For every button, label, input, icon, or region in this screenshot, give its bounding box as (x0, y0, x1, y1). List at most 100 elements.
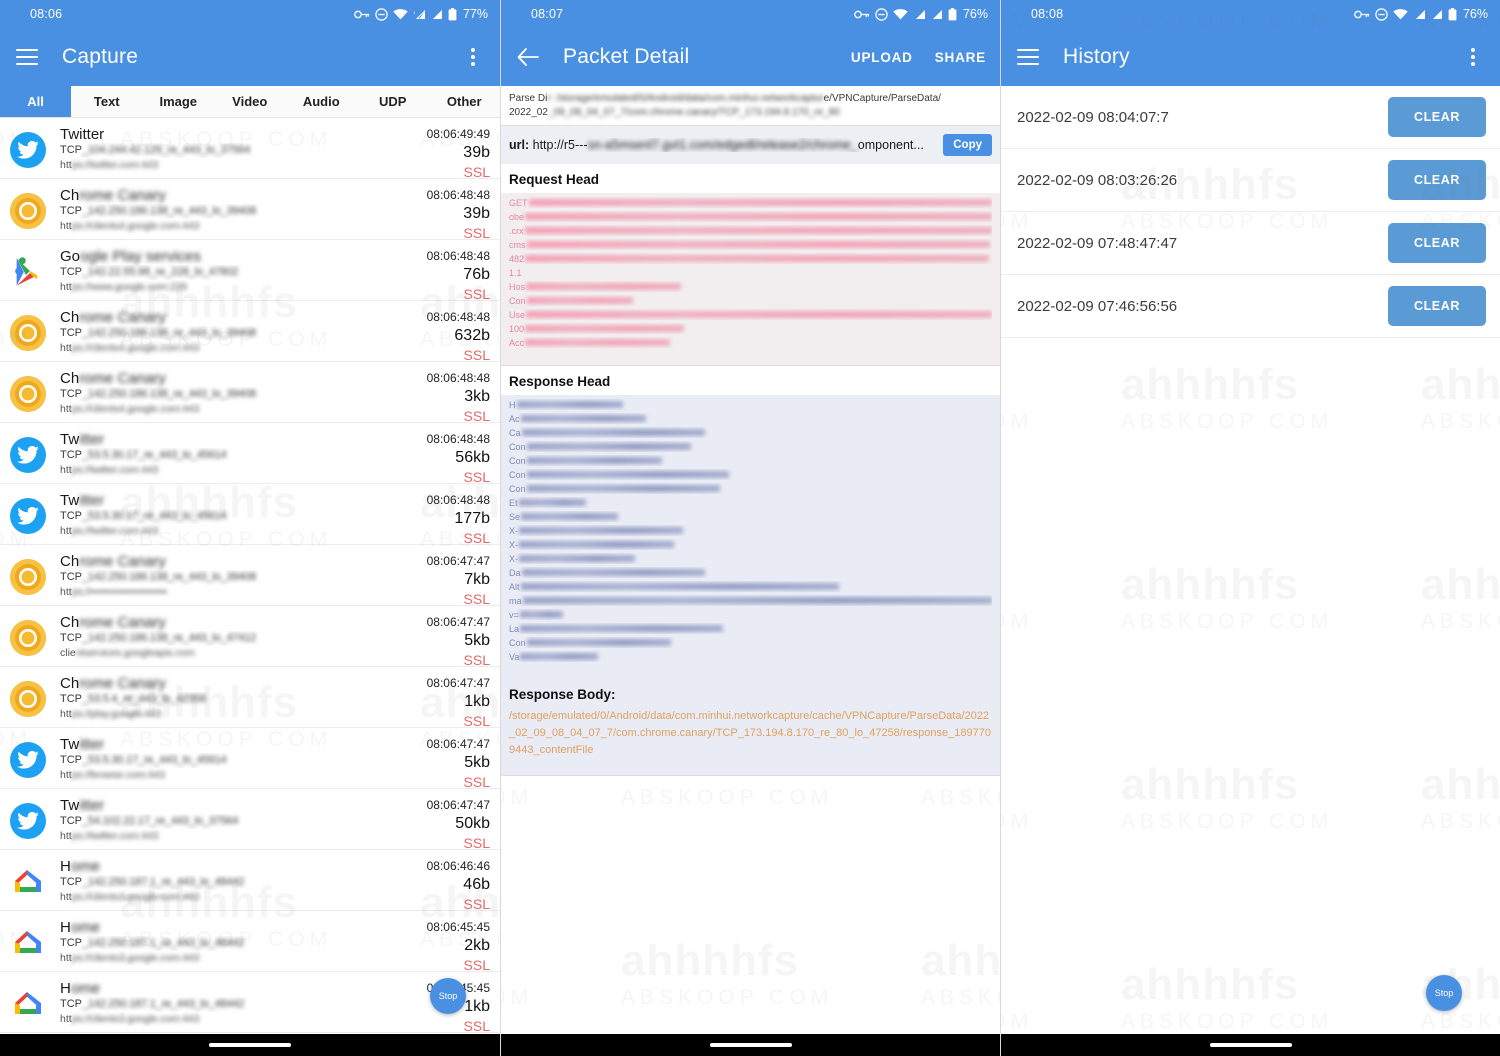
nav-pill[interactable] (1209, 1043, 1292, 1047)
packet-list-item[interactable]: Chrome Canary TCP_142.250.186.138_re_443_… (0, 545, 500, 607)
chrome-canary-icon (10, 376, 46, 412)
kebab-menu-icon[interactable] (460, 44, 486, 70)
packet-info: Chrome Canary TCP_142.250.186.138_re_443_… (46, 308, 386, 356)
upload-button[interactable]: UPLOAD (851, 50, 913, 65)
clear-history-button[interactable]: CLEAR (1387, 97, 1486, 137)
packet-stats: 08:06:48:48 177b SSL (386, 491, 490, 548)
packet-list-item[interactable]: Twitter TCP_53.5.30.17_re_443_lo_45614 htt… (0, 484, 500, 548)
header-line-lead: .crx (509, 225, 524, 236)
packet-timestamp: 08:06:47:47 (426, 676, 490, 690)
header-line: ma (509, 595, 992, 606)
packet-list-item[interactable]: Twitter TCP_54.102.22.17_re_443_lo_37564 h… (0, 789, 500, 851)
header-line: Da (509, 567, 992, 578)
packet-size: 7kb (464, 571, 490, 588)
stop-capture-fab[interactable]: Stop (1426, 975, 1462, 1011)
tab-other[interactable]: Other (429, 86, 501, 117)
packet-host-line: https://clients3.google.com:443 (60, 1013, 200, 1025)
history-row[interactable]: 2022-02-09 08:04:07:7 CLEAR (1001, 86, 1500, 149)
clear-history-button[interactable]: CLEAR (1387, 286, 1486, 326)
redacted-bar (522, 597, 992, 604)
tab-video[interactable]: Video (214, 86, 286, 117)
header-line: H (509, 399, 992, 410)
clear-history-button[interactable]: CLEAR (1387, 160, 1486, 200)
do-not-disturb-icon (875, 7, 888, 21)
tab-udp[interactable]: UDP (357, 86, 429, 117)
packet-list-item[interactable]: Chrome Canary TCP_142.250.186.138_re_443_… (0, 362, 500, 424)
redacted-bar (528, 199, 992, 206)
svg-text:1: 1 (413, 10, 416, 15)
copy-url-button[interactable]: Copy (943, 134, 992, 156)
header-line: GET (509, 197, 992, 208)
url-blur: sn-a5msenl7.gvt1.com/edgedl/release2/chr… (587, 138, 858, 152)
header-line-lead: X- (509, 525, 518, 536)
packet-tcp-line: TCP_142.250.186.138_re_443_lo_39408 (60, 388, 257, 400)
packet-list-item[interactable]: Home TCP_142.250.187.1_re_443_lo_48442 htt… (0, 972, 500, 1034)
hamburger-icon[interactable] (14, 44, 40, 70)
wifi-icon (1393, 8, 1408, 19)
header-line-lead: 100 (509, 323, 525, 334)
packet-list-item[interactable]: Google Play services TCP_142.22.55.98_re_… (0, 240, 500, 304)
nav-pill[interactable] (209, 1043, 291, 1047)
history-date: 2022-02-09 08:04:07:7 (1017, 108, 1169, 126)
history-list: ahhhhfsABSKOOP COM ahhhhfsABSKOOP COM ahhh… (1001, 0, 1500, 1034)
packet-stats: 08:06:48:48 76b SSL (386, 247, 490, 304)
response-body-path[interactable]: /storage/emulated/0/Android/data/com.min… (509, 708, 992, 759)
share-button[interactable]: SHARE (935, 50, 986, 65)
stop-capture-fab[interactable]: Stop (430, 978, 466, 1014)
packet-list-item[interactable]: Chrome Canary TCP_142.250.186.138_re_443_… (0, 606, 500, 668)
tab-text[interactable]: Text (71, 86, 143, 117)
nav-pill[interactable] (709, 1043, 792, 1047)
header-line: X- (509, 539, 992, 550)
parse-dir-tail: e/VPNCapture/ParseData/ (823, 93, 941, 104)
packet-list-item[interactable]: Twitter TCP_53.5.30.17_re_443_lo_45614 htt… (0, 423, 500, 487)
header-line-lead: cms (509, 239, 526, 250)
back-arrow-icon[interactable] (515, 44, 541, 70)
do-not-disturb-icon (1375, 7, 1388, 21)
parse-dir-lead-2: 2022_02 (509, 107, 548, 118)
status-clock: 08:08 (1031, 7, 1064, 21)
redacted-bar (526, 485, 720, 492)
signal-bars-icon-1: 1 (413, 9, 425, 19)
packet-list-item[interactable]: Twitter TCP_53.5.30.17_re_443_lo_45614 htt… (0, 728, 500, 790)
packet-list-item[interactable]: Chrome Canary TCP_53.5.4_re_443_lo_42358 h… (0, 667, 500, 729)
packet-stats: 08:06:49:49 39b SSL (386, 125, 490, 182)
vpn-key-icon (1354, 10, 1370, 18)
header-line-lead: ma (509, 595, 522, 606)
packet-size: 1kb (464, 693, 490, 710)
google-play-icon (10, 254, 46, 290)
tab-all[interactable]: All (0, 86, 71, 117)
packet-timestamp: 08:06:49:49 (426, 127, 490, 141)
battery-percent: 76% (1462, 7, 1488, 21)
signal-bars-icon-1 (1415, 9, 1425, 19)
history-row[interactable]: 2022-02-09 08:03:26:26 CLEAR (1001, 149, 1500, 212)
packet-tcp-line: TCP_53.5.30.17_re_443_lo_45614 (60, 754, 227, 766)
packet-size: 632b (454, 327, 490, 344)
history-row[interactable]: 2022-02-09 07:46:56:56 CLEAR (1001, 275, 1500, 338)
packet-stats: 08:06:48:48 56kb SSL (386, 430, 490, 487)
packet-list-item[interactable]: Home TCP_142.250.187.1_re_443_lo_48442 htt… (0, 911, 500, 973)
packet-list-item[interactable]: Chrome Canary08:06:45:45 (0, 1033, 500, 1034)
clear-history-button[interactable]: CLEAR (1387, 223, 1486, 263)
packet-info: Twitter TCP_53.5.30.17_re_443_lo_45614 htt… (46, 491, 386, 539)
tab-image[interactable]: Image (143, 86, 215, 117)
hamburger-icon[interactable] (1015, 44, 1041, 70)
header-line-lead: v= (509, 609, 519, 620)
redacted-bar (519, 611, 564, 618)
packet-list-item[interactable]: Twitter TCP_104.244.42.129_re_443_lo_3756… (0, 118, 500, 182)
packet-info: Twitter TCP_53.5.30.17_re_443_lo_45614 htt… (46, 735, 386, 783)
tab-audio[interactable]: Audio (286, 86, 358, 117)
header-line-lead: La (509, 623, 520, 634)
packet-list-item[interactable]: Chrome Canary TCP_142.250.186.138_re_443_… (0, 301, 500, 363)
packet-list[interactable]: ahhhhfsABSKOOP COMahhhhfsABSKOOP COMahhh… (0, 118, 500, 1034)
header-line: Con (509, 441, 992, 452)
status-clock: 08:07 (531, 7, 564, 21)
redacted-bar (525, 255, 989, 262)
history-row[interactable]: 2022-02-09 07:48:47:47 CLEAR (1001, 212, 1500, 275)
page-title: Capture (62, 45, 139, 68)
header-line: X- (509, 553, 992, 564)
packet-list-item[interactable]: Home TCP_142.250.187.1_re_443_lo_48442 htt… (0, 850, 500, 912)
kebab-menu-icon[interactable] (1460, 44, 1486, 70)
packet-list-item[interactable]: Chrome Canary TCP_142.250.186.138_re_443_… (0, 179, 500, 241)
header-line-lead: Ac (509, 413, 520, 424)
packet-info: Home TCP_142.250.187.1_re_443_lo_48442 htt… (46, 918, 386, 966)
